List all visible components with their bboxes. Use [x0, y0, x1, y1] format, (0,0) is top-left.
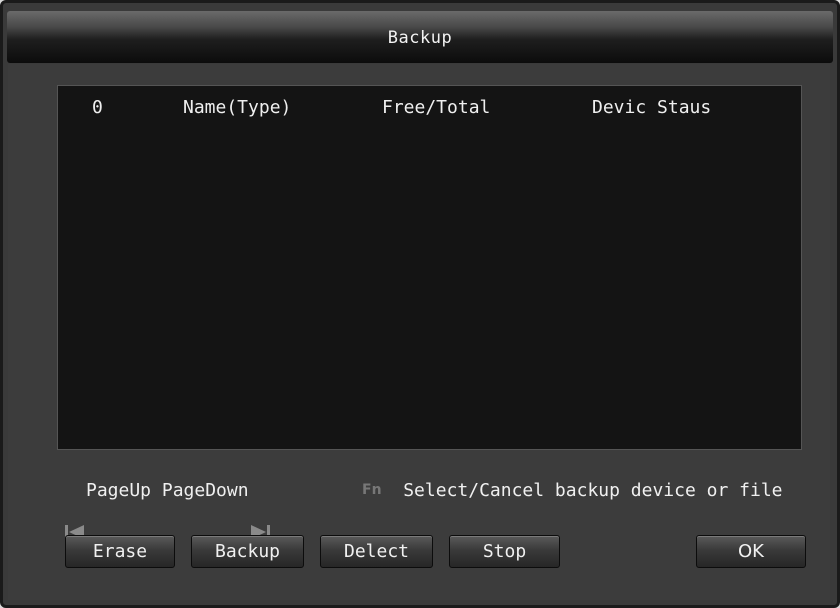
skip-previous-icon[interactable]	[64, 481, 86, 539]
fn-hint-text: Select/Cancel backup device or file	[403, 479, 783, 501]
ok-button[interactable]: OK	[696, 535, 806, 568]
backup-button[interactable]: Backup	[191, 535, 304, 568]
fn-select-hint: Fn Select/Cancel backup device or file	[362, 478, 783, 502]
skip-next-icon[interactable]	[249, 481, 271, 539]
erase-button[interactable]: Erase	[65, 535, 175, 568]
stop-button[interactable]: Stop	[449, 535, 560, 568]
fn-key-icon: Fn	[362, 482, 382, 498]
page-navigation-hint: PageUp PageDown	[64, 478, 271, 539]
column-header-free-total: Free/Total	[382, 97, 491, 118]
page-down-label[interactable]: PageDown	[162, 480, 249, 501]
column-header-device-status: Devic Staus	[592, 97, 712, 118]
page-up-label[interactable]: PageUp	[86, 480, 151, 501]
backup-device-list[interactable]	[57, 85, 802, 450]
delect-button[interactable]: Delect	[320, 535, 433, 568]
column-header-index: 0	[92, 97, 103, 118]
column-header-name-type: Name(Type)	[183, 97, 292, 118]
dialog-title: Backup	[387, 28, 453, 48]
